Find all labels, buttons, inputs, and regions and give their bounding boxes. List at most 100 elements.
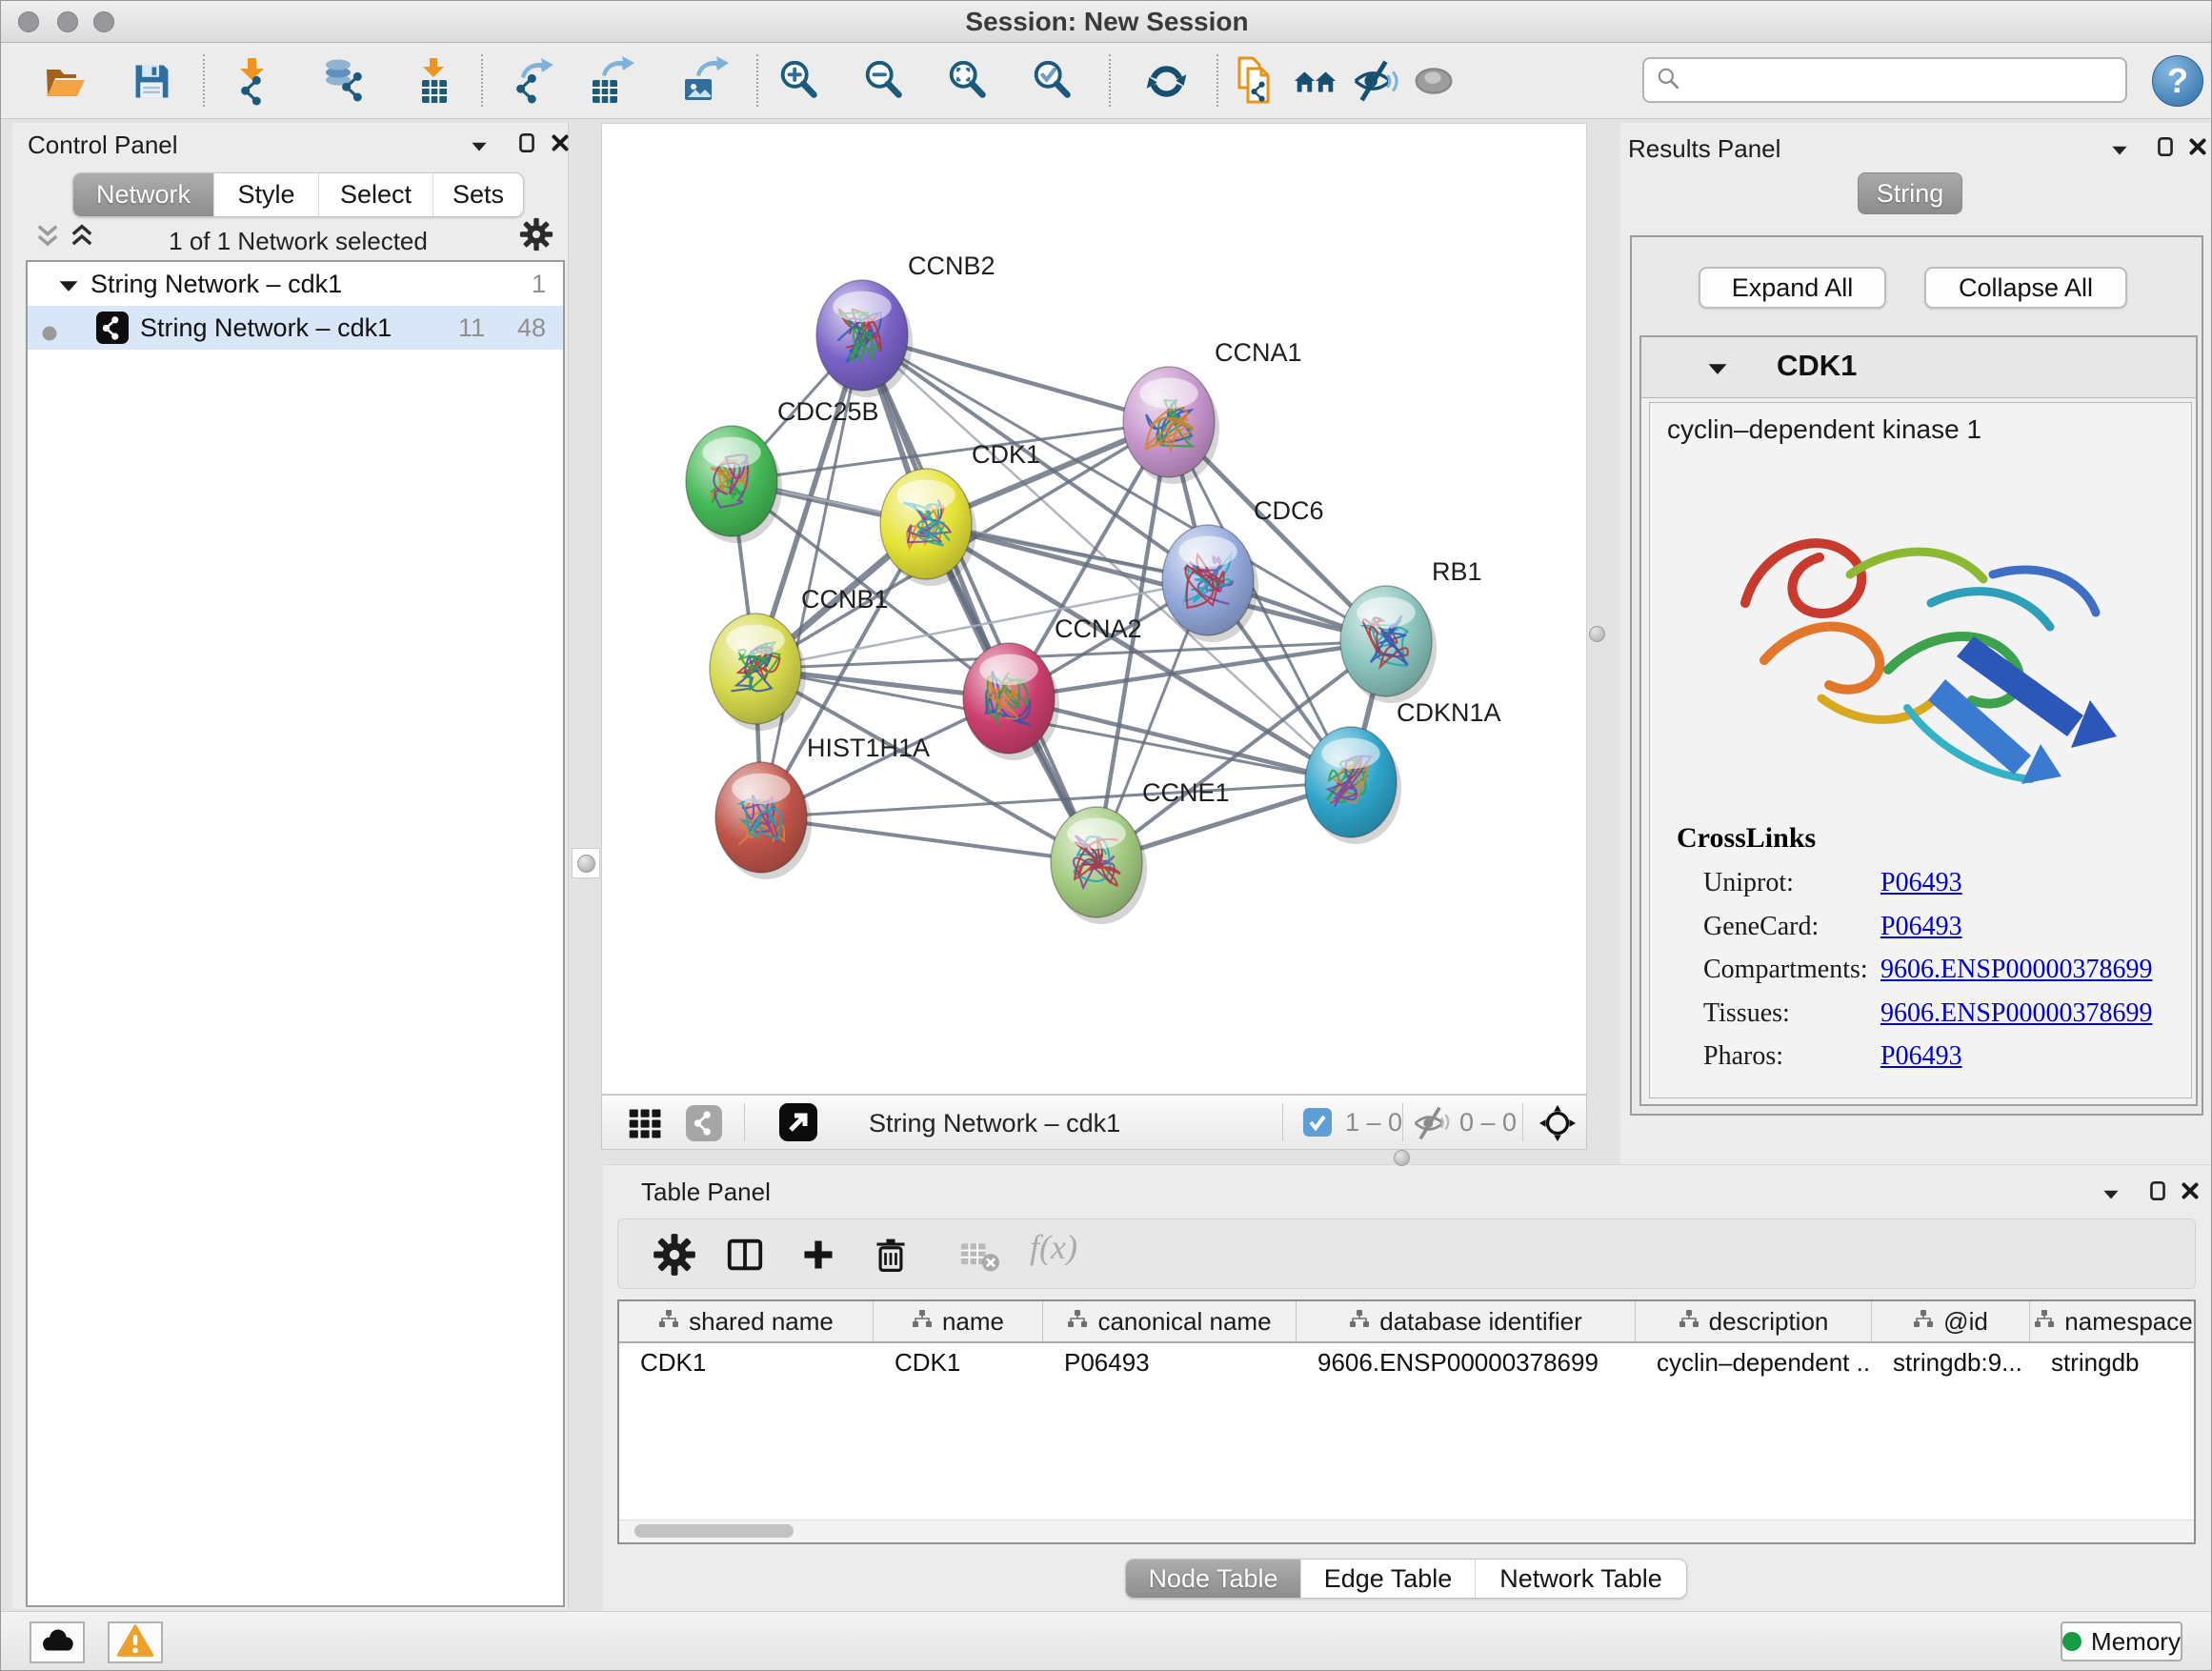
import-table-button[interactable]	[407, 52, 462, 110]
collapse-network-list-icon[interactable]	[68, 222, 96, 255]
column-header-database-identifier[interactable]: database identifier	[1297, 1301, 1636, 1341]
table-panel: Table Panel f(x) shared namenamecanonica…	[603, 1164, 2212, 1611]
node-CDC6[interactable]	[1162, 525, 1258, 642]
search-input[interactable]	[1690, 66, 2114, 95]
table-panel-close-icon[interactable]	[2179, 1179, 2202, 1207]
application-window: Session: New Session ? Control Panel Net…	[0, 0, 2212, 1671]
left-splitter-handle[interactable]	[572, 848, 600, 878]
export-table-button[interactable]	[584, 52, 639, 110]
crosslink-link[interactable]: P06493	[1880, 1041, 1962, 1072]
export-network-button[interactable]	[505, 52, 560, 110]
tab-node-table[interactable]: Node Table	[1126, 1560, 1300, 1598]
crosslink-link[interactable]: P06493	[1880, 912, 1962, 942]
node-RB1[interactable]	[1340, 586, 1437, 703]
tab-network[interactable]: Network	[73, 173, 213, 216]
zoom-out-button[interactable]	[856, 52, 912, 110]
table-horizontal-scrollbar[interactable]	[619, 1520, 2194, 1542]
crosslink-link[interactable]: 9606.ENSP00000378699	[1880, 955, 2152, 985]
import-network-button[interactable]	[225, 52, 280, 110]
add-column-icon[interactable]	[799, 1236, 837, 1278]
selected-checkbox-icon[interactable]	[1303, 1108, 1332, 1141]
control-panel-float-icon[interactable]	[515, 131, 538, 159]
node-CCNA1[interactable]	[1123, 367, 1219, 484]
network-share-icon[interactable]	[686, 1105, 722, 1146]
traffic-light-zoom-icon[interactable]	[93, 11, 114, 32]
open-session-button[interactable]	[38, 52, 93, 110]
expand-network-list-icon[interactable]	[33, 222, 62, 255]
eye-disabled-button[interactable]	[1406, 52, 1461, 110]
node-CCNB2[interactable]	[816, 280, 913, 397]
results-panel-close-icon[interactable]	[2186, 135, 2209, 163]
table-panel-float-icon[interactable]	[2146, 1179, 2169, 1207]
string-documents-button[interactable]	[1229, 52, 1284, 110]
refresh-button[interactable]	[1138, 52, 1194, 110]
export-image-button[interactable]	[676, 52, 732, 110]
save-session-button[interactable]	[124, 52, 179, 110]
column-header-@id[interactable]: @id	[1872, 1301, 2030, 1341]
bottom-splitter-handle[interactable]	[1394, 1150, 1410, 1166]
collection-count: 1	[532, 270, 546, 299]
traffic-light-minimize-icon[interactable]	[57, 11, 78, 32]
protein-section-collapse-icon[interactable]	[1705, 356, 1730, 386]
zoom-fit-button[interactable]	[940, 52, 995, 110]
column-header-namespace[interactable]: namespace	[2030, 1301, 2196, 1341]
warning-button[interactable]	[108, 1621, 163, 1663]
tab-edge-table[interactable]: Edge Table	[1300, 1560, 1475, 1598]
column-header-canonical-name[interactable]: canonical name	[1043, 1301, 1297, 1341]
right-splitter-handle[interactable]	[1589, 626, 1605, 642]
birdseye-grid-icon[interactable]	[627, 1105, 665, 1148]
search-box[interactable]	[1642, 57, 2127, 103]
hidden-eye-icon[interactable]	[1412, 1104, 1450, 1147]
tab-network-table[interactable]: Network Table	[1475, 1560, 1686, 1598]
table-panel-menu-icon[interactable]	[2100, 1182, 2122, 1210]
table-cell: stringdb:9...	[1872, 1348, 2030, 1378]
node-HIST1H1A[interactable]	[715, 762, 812, 879]
node-CDKN1A[interactable]	[1305, 727, 1401, 844]
collection-expand-icon[interactable]	[56, 273, 81, 305]
node-CCNB1[interactable]	[710, 614, 806, 731]
detach-view-icon[interactable]	[779, 1103, 817, 1146]
network-collection-row[interactable]: String Network – cdk1 1	[28, 262, 563, 306]
crosslink-link[interactable]: 9606.ENSP00000378699	[1880, 998, 2152, 1029]
table-row[interactable]: CDK1CDK1P064939606.ENSP00000378699cyclin…	[619, 1343, 2194, 1381]
fit-selected-crosshair-icon[interactable]	[1538, 1103, 1578, 1148]
node-CDK1[interactable]	[880, 469, 976, 586]
node-CDC25B[interactable]	[686, 426, 782, 543]
control-panel-menu-icon[interactable]	[468, 134, 491, 162]
network-row[interactable]: String Network – cdk1 11 48	[28, 306, 563, 350]
scrollbar-thumb[interactable]	[634, 1524, 794, 1538]
expand-all-button[interactable]: Expand All	[1699, 267, 1886, 309]
network-options-gear-icon[interactable]	[519, 217, 553, 256]
column-header-description[interactable]: description	[1636, 1301, 1872, 1341]
results-panel-menu-icon[interactable]	[2108, 138, 2131, 166]
tab-sets[interactable]: Sets	[432, 173, 523, 216]
node-label-RB1: RB1	[1432, 557, 1482, 586]
tab-select[interactable]: Select	[318, 173, 432, 216]
control-panel-close-icon[interactable]	[549, 131, 572, 159]
hide-eye-button[interactable]	[1347, 52, 1402, 110]
tab-string[interactable]: String	[1858, 172, 1962, 214]
node-CCNA2[interactable]	[963, 643, 1059, 760]
network-node-count: 11	[458, 313, 485, 343]
help-button[interactable]: ?	[2152, 55, 2203, 107]
import-database-button[interactable]	[316, 52, 372, 110]
delete-column-icon[interactable]	[872, 1236, 910, 1278]
zoom-selected-button[interactable]	[1025, 52, 1080, 110]
crosslink-link[interactable]: P06493	[1880, 868, 1962, 898]
table-gear-icon[interactable]	[653, 1233, 696, 1281]
node-CCNE1[interactable]	[1051, 807, 1147, 924]
node-label-CCNA2: CCNA2	[1055, 614, 1142, 643]
traffic-light-close-icon[interactable]	[18, 11, 39, 32]
houses-button[interactable]	[1288, 52, 1343, 110]
edge-CCNB2-CCNE1[interactable]	[862, 335, 1096, 862]
tab-style[interactable]: Style	[213, 173, 318, 216]
column-header-name[interactable]: name	[874, 1301, 1043, 1341]
cloud-button[interactable]	[30, 1621, 85, 1663]
results-panel-float-icon[interactable]	[2154, 135, 2177, 163]
zoom-in-button[interactable]	[772, 52, 827, 110]
network-view-canvas[interactable]: CCNB2CCNA1CDC25BCDK1CDC6RB1CCNB1CCNA2CDK…	[601, 123, 1587, 1095]
collapse-all-button[interactable]: Collapse All	[1924, 267, 2127, 309]
column-header-shared-name[interactable]: shared name	[619, 1301, 874, 1341]
memory-button[interactable]: Memory	[2061, 1621, 2182, 1661]
show-columns-icon[interactable]	[725, 1235, 765, 1279]
